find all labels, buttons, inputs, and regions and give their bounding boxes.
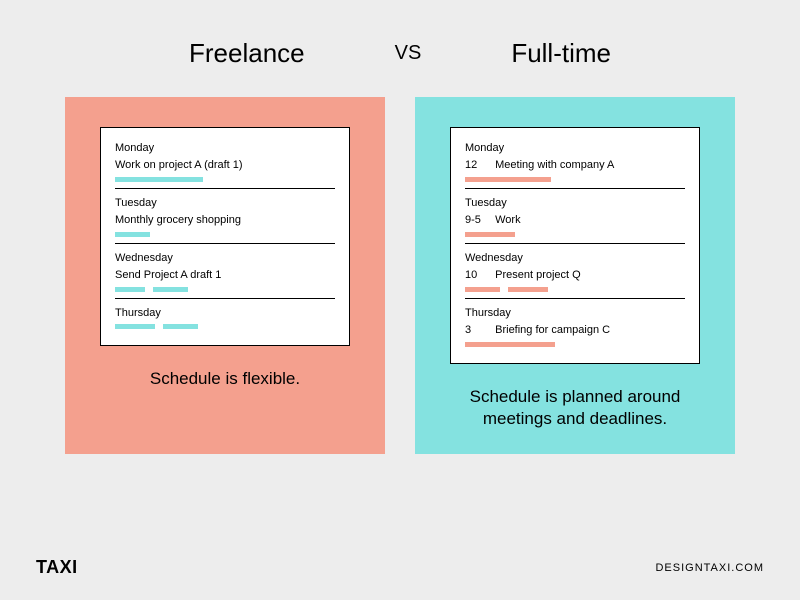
- bar-icon: [465, 342, 555, 347]
- day-block: Monday 12 Meeting with company A: [465, 142, 685, 189]
- site-url: DESIGNTAXI.COM: [655, 562, 764, 574]
- panel-fulltime: Monday 12 Meeting with company A Tuesday…: [415, 97, 735, 454]
- day-name: Wednesday: [465, 252, 685, 264]
- bar-icon: [153, 287, 188, 292]
- panels: Monday Work on project A (draft 1) Tuesd…: [0, 97, 800, 454]
- day-entry: Send Project A draft 1: [115, 269, 335, 281]
- day-name: Thursday: [465, 307, 685, 319]
- day-block: Wednesday 10 Present project Q: [465, 252, 685, 299]
- bar-icon: [465, 232, 515, 237]
- day-time: 10: [465, 269, 489, 281]
- day-entry-text: Briefing for campaign C: [495, 324, 610, 336]
- bar-icon: [115, 177, 203, 182]
- activity-bars: [465, 287, 685, 292]
- day-entry: 9-5 Work: [465, 214, 685, 226]
- activity-bars: [115, 232, 335, 237]
- activity-bars: [465, 342, 685, 347]
- day-entry: 10 Present project Q: [465, 269, 685, 281]
- day-entry-text: Meeting with company A: [495, 159, 614, 171]
- activity-bars: [465, 232, 685, 237]
- bar-icon: [115, 324, 155, 329]
- bar-icon: [465, 287, 500, 292]
- vs-label: VS: [395, 42, 422, 65]
- activity-bars: [115, 324, 335, 329]
- day-entry: Work on project A (draft 1): [115, 159, 335, 171]
- day-entry: Monthly grocery shopping: [115, 214, 335, 226]
- bar-icon: [115, 287, 145, 292]
- day-time: 12: [465, 159, 489, 171]
- panel-caption: Schedule is planned around meetings and …: [450, 386, 700, 430]
- activity-bars: [115, 287, 335, 292]
- footer: TAXI DESIGNTAXI.COM: [36, 557, 764, 578]
- day-name: Tuesday: [115, 197, 335, 209]
- activity-bars: [465, 177, 685, 182]
- day-block: Tuesday 9-5 Work: [465, 197, 685, 244]
- panel-caption: Schedule is flexible.: [140, 368, 310, 390]
- day-block: Thursday: [115, 307, 335, 335]
- day-name: Wednesday: [115, 252, 335, 264]
- activity-bars: [115, 177, 335, 182]
- brand-logo: TAXI: [36, 557, 78, 578]
- day-name: Monday: [115, 142, 335, 154]
- header: Freelance VS Full-time: [0, 0, 800, 69]
- day-entry-text: Present project Q: [495, 269, 581, 281]
- bar-icon: [163, 324, 198, 329]
- day-name: Tuesday: [465, 197, 685, 209]
- day-entry: 3 Briefing for campaign C: [465, 324, 685, 336]
- day-entry-text: Work: [495, 214, 520, 226]
- day-block: Monday Work on project A (draft 1): [115, 142, 335, 189]
- schedule-card-freelance: Monday Work on project A (draft 1) Tuesd…: [100, 127, 350, 346]
- title-right: Full-time: [511, 38, 611, 69]
- day-time: 9-5: [465, 214, 489, 226]
- day-block: Wednesday Send Project A draft 1: [115, 252, 335, 299]
- bar-icon: [465, 177, 551, 182]
- bar-icon: [115, 232, 150, 237]
- day-name: Thursday: [115, 307, 335, 319]
- day-time: 3: [465, 324, 489, 336]
- day-block: Tuesday Monthly grocery shopping: [115, 197, 335, 244]
- panel-freelance: Monday Work on project A (draft 1) Tuesd…: [65, 97, 385, 454]
- day-entry: 12 Meeting with company A: [465, 159, 685, 171]
- bar-icon: [508, 287, 548, 292]
- schedule-card-fulltime: Monday 12 Meeting with company A Tuesday…: [450, 127, 700, 364]
- day-name: Monday: [465, 142, 685, 154]
- day-block: Thursday 3 Briefing for campaign C: [465, 307, 685, 353]
- title-left: Freelance: [189, 38, 305, 69]
